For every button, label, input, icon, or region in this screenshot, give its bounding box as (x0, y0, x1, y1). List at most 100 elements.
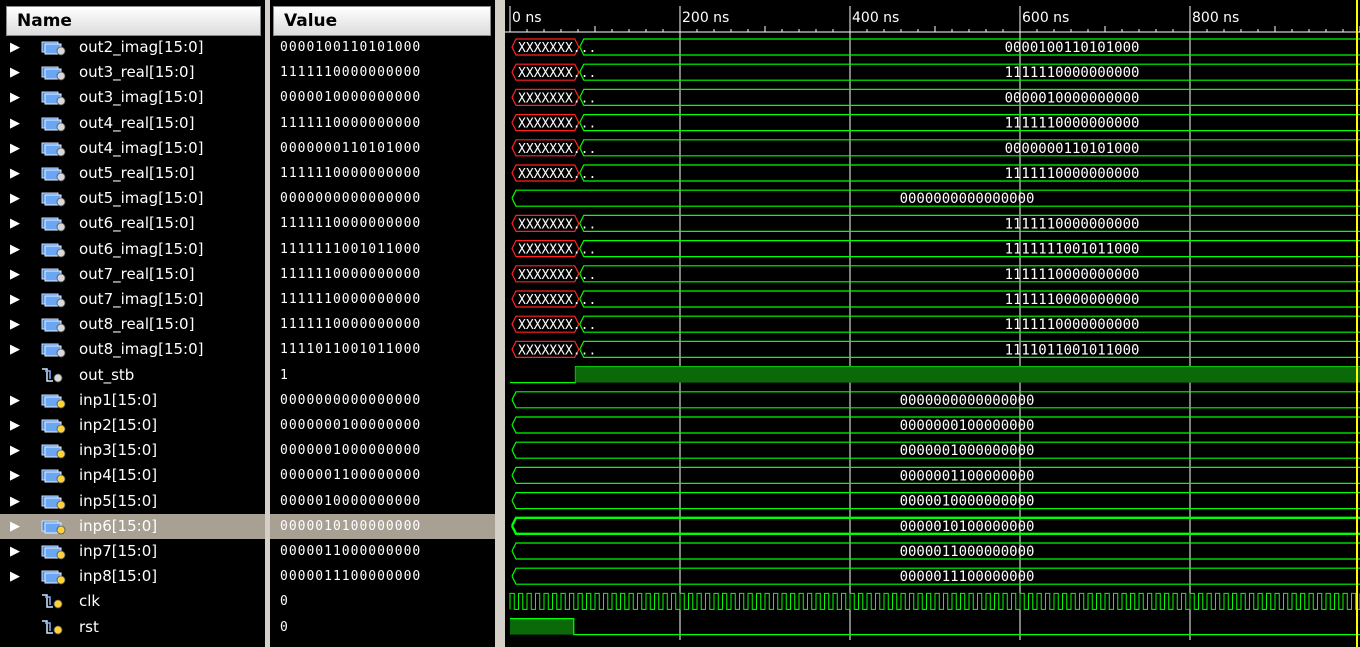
signal-name: inp4[15:0] (79, 466, 158, 485)
value-row[interactable]: 1111110000000000 (270, 312, 495, 337)
input-bus-icon (40, 442, 70, 459)
bus-segment (579, 114, 1360, 132)
bus-value-label: 1111111001011000 (1005, 242, 1140, 258)
signal-row[interactable]: out_stb (0, 363, 265, 388)
value-column-header[interactable]: Value (273, 6, 491, 36)
signal-row[interactable]: ▶ inp2[15:0] (0, 413, 265, 438)
expand-arrow-icon[interactable]: ▶ (10, 111, 24, 136)
bus-segment (579, 164, 1360, 182)
signal-row[interactable]: ▶ inp7[15:0] (0, 539, 265, 564)
expand-arrow-icon[interactable]: ▶ (10, 211, 24, 236)
value-row[interactable]: 0000000000000000 (270, 186, 495, 211)
expand-arrow-icon[interactable]: ▶ (10, 262, 24, 287)
expand-arrow-icon[interactable]: ▶ (10, 463, 24, 488)
expand-arrow-icon[interactable]: ▶ (10, 564, 24, 589)
value-row[interactable]: 1111111001011000 (270, 237, 495, 262)
signal-row[interactable]: ▶ inp4[15:0] (0, 463, 265, 488)
value-row[interactable]: 1111110000000000 (270, 161, 495, 186)
signal-row[interactable]: ▶ out6_real[15:0] (0, 211, 265, 236)
signal-row[interactable]: ▶ out2_imag[15:0] (0, 35, 265, 60)
bus-value-label: 0000010100000000 (900, 519, 1035, 535)
signal-row[interactable]: ▶ inp1[15:0] (0, 388, 265, 413)
signal-row[interactable]: ▶ inp8[15:0] (0, 564, 265, 589)
signal-row[interactable]: ▶ out8_imag[15:0] (0, 337, 265, 362)
signal-row[interactable]: ▶ out3_imag[15:0] (0, 85, 265, 110)
expand-arrow-icon[interactable]: ▶ (10, 388, 24, 413)
expand-arrow-icon[interactable]: ▶ (10, 136, 24, 161)
signal-name: out4_imag[15:0] (79, 138, 204, 157)
output-bus-icon (40, 291, 70, 308)
signal-row[interactable]: ▶ inp6[15:0] (0, 513, 265, 539)
value-row[interactable]: 0000000100000000 (270, 413, 495, 438)
output-bus-icon (40, 165, 70, 182)
signal-row[interactable]: ▶ out4_real[15:0] (0, 111, 265, 136)
value-row[interactable]: 0000010000000000 (270, 489, 495, 514)
signal-row[interactable]: ▶ out3_real[15:0] (0, 60, 265, 85)
name-column-header[interactable]: Name (6, 6, 261, 36)
signal-row[interactable]: ▶ inp3[15:0] (0, 438, 265, 463)
value-row[interactable]: 0000011000000000 (270, 539, 495, 564)
signal-row[interactable]: ▶ out5_imag[15:0] (0, 186, 265, 211)
expand-arrow-icon[interactable]: ▶ (10, 35, 24, 60)
value-row[interactable]: 1111011001011000 (270, 337, 495, 362)
signal-row[interactable]: ▶ inp5[15:0] (0, 489, 265, 514)
value-row[interactable]: 0000011100000000 (270, 564, 495, 589)
waveform-canvas[interactable]: 0 ns 200 ns 400 ns 600 ns 800 ns XXXXXXX... 00… (505, 0, 1360, 647)
expand-arrow-icon[interactable]: ▶ (10, 85, 24, 110)
signal-row[interactable]: ▶ out7_real[15:0] (0, 262, 265, 287)
value-row[interactable]: 0000100110101000 (270, 35, 495, 60)
value-row[interactable]: 1111110000000000 (270, 111, 495, 136)
value-row[interactable]: 0000000000000000 (270, 388, 495, 413)
value-row[interactable]: 0000001100000000 (270, 463, 495, 488)
value-row[interactable]: 0000010000000000 (270, 85, 495, 110)
value-row[interactable]: 0 (270, 615, 495, 640)
value-wave-splitter[interactable] (495, 0, 505, 647)
bus-segment (579, 88, 1360, 106)
expand-arrow-icon[interactable]: ▶ (10, 539, 24, 564)
bus-value-label: 0000000000000000 (900, 393, 1035, 409)
expand-arrow-icon[interactable]: ▶ (10, 337, 24, 362)
bus-value-label: 0000011100000000 (900, 569, 1035, 585)
expand-arrow-icon[interactable]: ▶ (10, 413, 24, 438)
expand-arrow-icon[interactable]: ▶ (10, 438, 24, 463)
signal-value: 0 (280, 594, 289, 610)
value-row[interactable]: 1111110000000000 (270, 262, 495, 287)
bus-segment (579, 38, 1360, 56)
signal-value: 0000000110101000 (280, 140, 422, 156)
bus-segment (579, 315, 1360, 333)
signal-row[interactable]: clk (0, 589, 265, 614)
signal-name: out8_real[15:0] (79, 315, 195, 334)
time-label: 0 ns (512, 10, 542, 26)
signal-row[interactable]: ▶ out5_real[15:0] (0, 161, 265, 186)
value-row[interactable]: 0000010100000000 (270, 513, 495, 539)
expand-arrow-icon[interactable]: ▶ (10, 161, 24, 186)
signal-value: 0000000000000000 (280, 191, 422, 207)
output-bus-icon (40, 115, 70, 132)
value-row[interactable]: 1 (270, 363, 495, 388)
signal-row[interactable]: rst (0, 615, 265, 640)
signal-row[interactable]: ▶ out4_imag[15:0] (0, 136, 265, 161)
value-row[interactable]: 0 (270, 589, 495, 614)
waveform-pane[interactable]: 0 ns 200 ns 400 ns 600 ns 800 ns XXXXXXX... 00… (505, 0, 1360, 647)
bus-value-label: 0000000000000000 (900, 191, 1035, 207)
value-row[interactable]: 0000001000000000 (270, 438, 495, 463)
signal-row[interactable]: ▶ out6_imag[15:0] (0, 237, 265, 262)
bus-value-label: 0000000100000000 (900, 418, 1035, 434)
value-row[interactable]: 1111110000000000 (270, 211, 495, 236)
value-row[interactable]: 1111110000000000 (270, 60, 495, 85)
expand-arrow-icon[interactable]: ▶ (10, 237, 24, 262)
expand-arrow-icon[interactable]: ▶ (10, 312, 24, 337)
expand-arrow-icon[interactable]: ▶ (10, 489, 24, 514)
input-bus-icon (40, 543, 70, 560)
value-row[interactable]: 1111110000000000 (270, 287, 495, 312)
signal-row[interactable]: ▶ out8_real[15:0] (0, 312, 265, 337)
expand-arrow-icon[interactable]: ▶ (10, 60, 24, 85)
expand-arrow-icon[interactable]: ▶ (10, 186, 24, 211)
input-bit-icon (40, 593, 70, 610)
value-row[interactable]: 0000000110101000 (270, 136, 495, 161)
expand-arrow-icon[interactable]: ▶ (10, 287, 24, 312)
signal-name: out8_imag[15:0] (79, 340, 204, 359)
signal-row[interactable]: ▶ out7_imag[15:0] (0, 287, 265, 312)
expand-arrow-icon[interactable]: ▶ (10, 514, 24, 539)
bus-value-label: 0000010000000000 (900, 494, 1035, 510)
